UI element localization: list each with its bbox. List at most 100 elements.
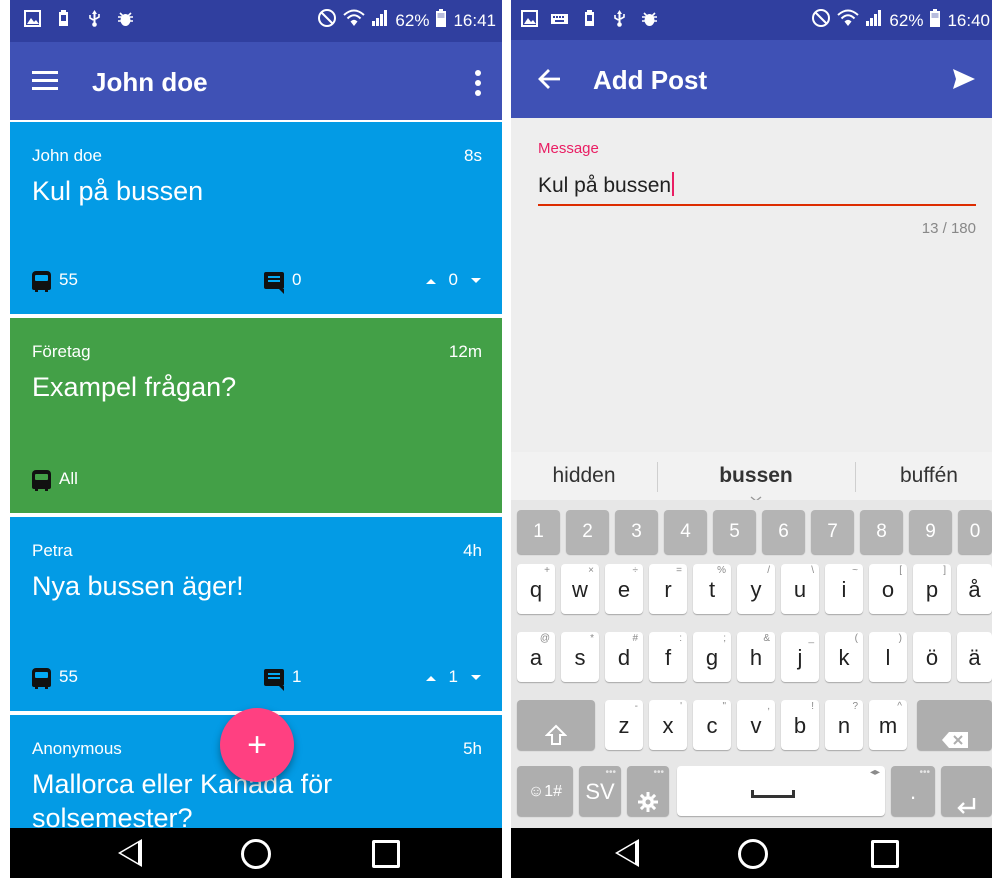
post-author: Petra xyxy=(32,541,73,560)
upvote-icon[interactable] xyxy=(425,270,437,290)
shift-key[interactable] xyxy=(517,700,595,750)
key-letter[interactable]: & h xyxy=(737,632,775,682)
post-bus-line: 55 xyxy=(59,270,78,289)
toolbar: John doe xyxy=(10,42,502,120)
key-letter[interactable]: å xyxy=(957,564,992,614)
space-icon xyxy=(751,790,795,798)
nav-back-icon[interactable] xyxy=(615,839,639,867)
backspace-icon xyxy=(941,716,969,768)
key-letter[interactable]: " c xyxy=(693,700,731,750)
message-input[interactable]: Kul på bussen xyxy=(538,172,675,198)
key-letter[interactable]: ä xyxy=(957,632,992,682)
post-card[interactable]: Petra 4h Nya bussen äger! 55 1 1 xyxy=(10,517,502,711)
comments-button[interactable]: 1 xyxy=(264,667,302,691)
signal-icon xyxy=(865,9,883,32)
key-number[interactable]: 1 xyxy=(517,510,560,554)
post-card[interactable]: Företag 12m Exampel frågan? All xyxy=(10,318,502,513)
gallery-notification-icon xyxy=(521,10,538,27)
key-letter[interactable]: ~ i xyxy=(825,564,863,614)
key-letter[interactable]: × w xyxy=(561,564,599,614)
nav-recents-icon[interactable] xyxy=(372,840,400,868)
key-letter[interactable]: ; g xyxy=(693,632,731,682)
key-letter[interactable]: ÷ e xyxy=(605,564,643,614)
key-number[interactable]: 4 xyxy=(664,510,707,554)
key-letter[interactable]: [o xyxy=(869,564,907,614)
upvote-icon[interactable] xyxy=(425,667,437,687)
enter-key[interactable] xyxy=(941,766,992,816)
key-letter[interactable]: ^ m xyxy=(869,700,907,750)
key-letter[interactable]: ] p xyxy=(913,564,951,614)
key-number[interactable]: 6 xyxy=(762,510,805,554)
enter-return-icon xyxy=(955,782,977,834)
comment-count: 1 xyxy=(292,667,302,686)
key-letter[interactable]: ' x xyxy=(649,700,687,750)
key-letter[interactable]: (k xyxy=(825,632,863,682)
key-letter[interactable]: ? n xyxy=(825,700,863,750)
symbols-key[interactable]: ☺1# xyxy=(517,766,573,816)
settings-key[interactable]: ••• xyxy=(627,766,669,816)
key-letter[interactable]: = r xyxy=(649,564,687,614)
text-caret xyxy=(672,172,675,196)
key-letter[interactable]: _ j xyxy=(781,632,819,682)
key-letter[interactable]: * s xyxy=(561,632,599,682)
message-field-label: Message xyxy=(538,140,599,157)
key-number[interactable]: 3 xyxy=(615,510,658,554)
key-number[interactable]: 0 xyxy=(958,510,992,554)
language-key[interactable]: ••• SV xyxy=(579,766,621,816)
space-key[interactable]: ◂▸ xyxy=(677,766,885,816)
downvote-icon[interactable] xyxy=(470,667,482,687)
post-card[interactable]: John doe 8s Kul på bussen 55 0 0 xyxy=(10,122,502,314)
menu-hamburger-icon[interactable] xyxy=(32,68,58,92)
comment-icon xyxy=(264,271,284,294)
message-input-underline xyxy=(538,204,976,206)
key-letter[interactable]: ,v xyxy=(737,700,775,750)
key-letter[interactable]: / y xyxy=(737,564,775,614)
usb-icon xyxy=(86,10,103,27)
key-letter[interactable]: % t xyxy=(693,564,731,614)
key-number[interactable]: 8 xyxy=(860,510,903,554)
vote-count: 1 xyxy=(448,667,458,686)
key-letter[interactable]: + q xyxy=(517,564,555,614)
battery-notification-icon xyxy=(581,10,598,27)
nav-home-icon[interactable] xyxy=(738,839,768,869)
backspace-key[interactable] xyxy=(917,700,992,750)
key-letter[interactable]: ö xyxy=(913,632,951,682)
key-number[interactable]: 5 xyxy=(713,510,756,554)
message-input-value: Kul på bussen xyxy=(538,174,672,197)
suggestion-item[interactable]: buffén xyxy=(856,452,992,500)
post-message: Exampel frågan? xyxy=(32,372,237,402)
comments-button[interactable]: 0 xyxy=(264,270,302,294)
add-post-fab[interactable]: + xyxy=(220,708,294,782)
key-number[interactable]: 9 xyxy=(909,510,952,554)
post-bus-line: All xyxy=(59,469,78,488)
nav-home-icon[interactable] xyxy=(241,839,271,869)
key-letter[interactable]: ) l xyxy=(869,632,907,682)
send-icon[interactable] xyxy=(952,68,976,90)
back-arrow-icon[interactable] xyxy=(537,68,561,90)
battery-percent: 62% xyxy=(889,10,924,30)
shift-arrow-icon xyxy=(544,713,568,765)
bus-icon xyxy=(32,667,51,689)
battery-notification-icon xyxy=(55,10,72,27)
key-letter[interactable]: # d xyxy=(605,632,643,682)
key-letter[interactable]: -z xyxy=(605,700,643,750)
do-not-disturb-icon xyxy=(317,8,337,33)
status-bar: 62% 16:41 xyxy=(10,0,502,42)
key-number[interactable]: 2 xyxy=(566,510,609,554)
overflow-menu-icon[interactable] xyxy=(474,70,482,96)
key-letter[interactable]: @ a xyxy=(517,632,555,682)
key-letter[interactable]: :f xyxy=(649,632,687,682)
post-message: Kul på bussen xyxy=(32,176,204,206)
nav-back-icon[interactable] xyxy=(118,839,142,867)
nav-recents-icon[interactable] xyxy=(871,840,899,868)
key-letter[interactable]: ! b xyxy=(781,700,819,750)
character-counter: 13 / 180 xyxy=(921,220,976,237)
suggestion-item[interactable]: hidden xyxy=(511,452,657,500)
status-time: 16:41 xyxy=(453,10,496,30)
comment-count: 0 xyxy=(292,270,302,289)
key-letter[interactable]: \ u xyxy=(781,564,819,614)
period-key[interactable]: •••. xyxy=(891,766,935,816)
post-time: 8s xyxy=(464,146,482,165)
key-number[interactable]: 7 xyxy=(811,510,854,554)
downvote-icon[interactable] xyxy=(470,270,482,290)
